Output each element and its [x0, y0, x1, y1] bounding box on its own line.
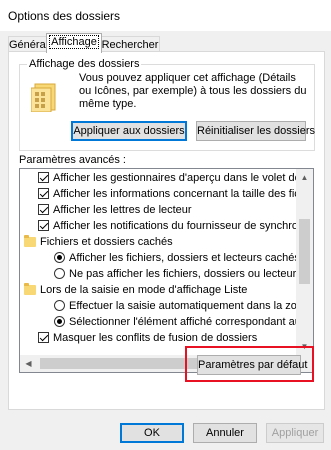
list-item-label: Afficher les fichiers, dossiers et lecte… — [69, 252, 300, 264]
folder-views-description: Vous pouvez appliquer cet affichage (Dét… — [79, 72, 307, 110]
list-item-label: Afficher les lettres de lecteur — [53, 204, 192, 216]
cancel-button[interactable]: Annuler — [193, 423, 257, 443]
list-item-label: Ne pas afficher les fichiers, dossiers o… — [69, 268, 314, 280]
checkbox-checked-icon[interactable] — [38, 172, 49, 183]
list-item-label: Effectuer la saisie automatiquement dans… — [69, 300, 314, 312]
radio-selected-icon[interactable] — [54, 252, 65, 263]
vertical-scroll-thumb[interactable] — [299, 219, 310, 284]
radio-unselected-icon[interactable] — [54, 300, 65, 311]
scroll-up-icon[interactable]: ▲ — [296, 169, 313, 186]
advanced-settings-list[interactable]: Afficher les gestionnaires d'aperçu dans… — [19, 168, 314, 373]
scroll-left-icon[interactable]: ◀ — [20, 355, 37, 372]
folder-icon — [24, 283, 36, 295]
tab-affichage-label: Affichage — [49, 35, 99, 49]
apply-button[interactable]: Appliquer — [266, 423, 324, 443]
list-item-label: Afficher les gestionnaires d'aperçu dans… — [53, 172, 314, 184]
window-title: Options des dossiers — [8, 9, 121, 23]
advanced-settings-label: Paramètres avancés : — [19, 154, 126, 166]
reset-folders-button[interactable]: Réinitialiser les dossiers — [196, 121, 315, 141]
checkbox-checked-icon[interactable] — [38, 188, 49, 199]
checkbox-checked-icon[interactable] — [38, 332, 49, 343]
tab-affichage[interactable]: Affichage — [46, 33, 102, 53]
radio-unselected-icon[interactable] — [54, 268, 65, 279]
highlight-box — [185, 346, 314, 382]
checkbox-checked-icon[interactable] — [38, 220, 49, 231]
vertical-scrollbar[interactable]: ▲ ▼ — [296, 169, 313, 355]
list-item-label: Lors de la saisie en mode d'affichage Li… — [40, 284, 248, 296]
folder-grid-icon — [31, 83, 56, 112]
ok-button[interactable]: OK — [120, 423, 184, 443]
list-item-label: Afficher les notifications du fournisseu… — [53, 220, 314, 232]
folder-icon — [24, 235, 36, 247]
apply-to-folders-button[interactable]: Appliquer aux dossiers — [71, 121, 187, 141]
list-item-label: Sélectionner l'élément affiché correspon… — [69, 316, 314, 328]
list-item-label: Afficher les informations concernant la … — [53, 188, 314, 200]
list-item-label: Masquer les conflits de fusion de dossie… — [53, 332, 258, 344]
checkbox-checked-icon[interactable] — [38, 204, 49, 215]
title-bar: Options des dossiers — [0, 0, 331, 31]
radio-selected-icon[interactable] — [54, 316, 65, 327]
folder-views-legend: Affichage des dossiers — [27, 58, 142, 70]
list-item-label: Fichiers et dossiers cachés — [40, 236, 173, 248]
